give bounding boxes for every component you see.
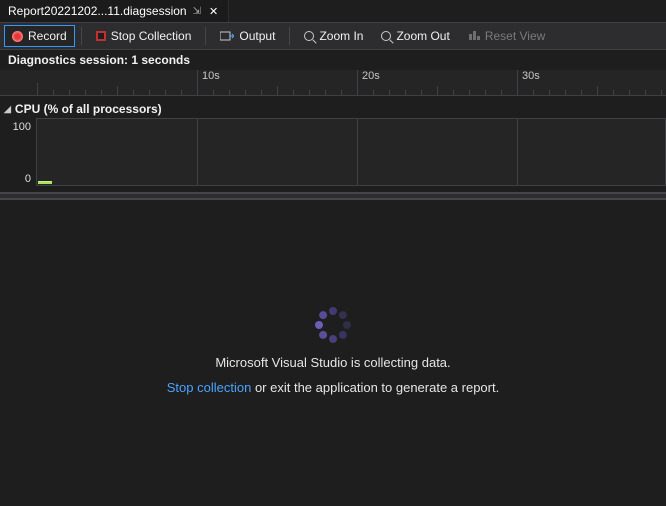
ruler-tick: [101, 90, 102, 95]
ruler-tick: [629, 90, 630, 95]
ruler-tick: [485, 90, 486, 95]
ruler-tick: [181, 90, 182, 95]
ruler-mark-label: 10s: [202, 70, 220, 82]
collecting-message: Microsoft Visual Studio is collecting da…: [215, 355, 450, 370]
record-icon: [12, 31, 23, 42]
record-label: Record: [28, 29, 67, 43]
toolbar-separator: [81, 27, 82, 45]
ruler-tick: [261, 90, 262, 95]
ruler-tick: [165, 90, 166, 95]
collecting-panel: Microsoft Visual Studio is collecting da…: [0, 200, 666, 500]
ruler-tick: [373, 90, 374, 95]
chart-gridline: [517, 119, 518, 185]
ruler-tick: [357, 83, 358, 95]
cpu-chart[interactable]: 100 0: [36, 118, 666, 186]
zoom-in-icon: [304, 31, 314, 41]
chart-gridline: [357, 119, 358, 185]
ruler-tick: [117, 86, 118, 95]
cpu-chart-header[interactable]: ◢ CPU (% of all processors): [0, 100, 666, 118]
ruler-mark-30s: 30s: [517, 70, 540, 96]
record-button[interactable]: Record: [4, 25, 75, 47]
ruler-tick: [501, 90, 502, 95]
spinner-icon: [313, 305, 353, 345]
ruler-tick: [549, 90, 550, 95]
toolbar: Record Stop Collection Output Zoom In Zo…: [0, 22, 666, 50]
output-label: Output: [239, 29, 275, 43]
stop-label: Stop Collection: [111, 29, 192, 43]
ruler-tick: [69, 90, 70, 95]
close-icon[interactable]: ✕: [207, 5, 220, 18]
reset-view-label: Reset View: [485, 29, 545, 43]
ruler-tick: [197, 83, 198, 95]
cpu-chart-section: ◢ CPU (% of all processors) 100 0: [0, 96, 666, 186]
ruler-tick: [229, 90, 230, 95]
ruler-tick: [341, 90, 342, 95]
reset-view-icon: [468, 29, 480, 44]
zoom-in-button[interactable]: Zoom In: [296, 25, 371, 47]
ruler-tick: [85, 90, 86, 95]
collecting-tail: or exit the application to generate a re…: [251, 380, 499, 395]
ruler-mark-20s: 20s: [357, 70, 380, 96]
ruler-tick: [581, 90, 582, 95]
ruler-tick: [453, 90, 454, 95]
ruler-tick: [245, 90, 246, 95]
y-axis-label-top: 100: [13, 121, 31, 133]
ruler-tick: [277, 86, 278, 95]
reset-view-button: Reset View: [460, 25, 553, 47]
ruler-tick: [53, 90, 54, 95]
zoom-out-label: Zoom Out: [396, 29, 449, 43]
ruler-tick: [613, 90, 614, 95]
toolbar-separator: [205, 27, 206, 45]
tab-title: Report20221202...11.diagsession: [8, 4, 187, 18]
zoom-in-label: Zoom In: [319, 29, 363, 43]
ruler-tick: [213, 90, 214, 95]
zoom-out-icon: [381, 31, 391, 41]
output-icon: [220, 30, 234, 42]
tab-strip: Report20221202...11.diagsession ⇲ ✕: [0, 0, 666, 22]
stop-icon: [96, 31, 106, 41]
ruler-mark-label: 20s: [362, 70, 380, 82]
pin-icon[interactable]: ⇲: [193, 6, 201, 17]
ruler-tick: [293, 90, 294, 95]
ruler-tick: [517, 83, 518, 95]
tab-diagsession[interactable]: Report20221202...11.diagsession ⇲ ✕: [0, 0, 229, 22]
output-button[interactable]: Output: [212, 25, 283, 47]
ruler-tick: [405, 90, 406, 95]
collecting-subline: Stop collection or exit the application …: [167, 380, 499, 395]
ruler-tick: [565, 90, 566, 95]
ruler-tick: [533, 90, 534, 95]
cpu-chart-title: CPU (% of all processors): [15, 102, 162, 116]
time-ruler[interactable]: 10s 20s 30s: [0, 70, 666, 96]
ruler-tick: [469, 90, 470, 95]
pane-divider[interactable]: [0, 192, 666, 200]
ruler-tick: [389, 90, 390, 95]
collapse-icon[interactable]: ◢: [4, 104, 11, 115]
zoom-out-button[interactable]: Zoom Out: [373, 25, 457, 47]
ruler-tick: [597, 86, 598, 95]
ruler-tick: [37, 83, 38, 95]
ruler-mark-10s: 10s: [197, 70, 220, 96]
stop-collection-button[interactable]: Stop Collection: [88, 25, 200, 47]
cpu-trace: [38, 181, 52, 184]
toolbar-separator: [289, 27, 290, 45]
y-axis-label-bot: 0: [25, 173, 31, 185]
ruler-tick: [661, 90, 662, 95]
ruler-tick: [645, 90, 646, 95]
ruler-tick: [133, 90, 134, 95]
ruler-tick: [149, 90, 150, 95]
ruler-tick: [437, 86, 438, 95]
ruler-mark-label: 30s: [522, 70, 540, 82]
stop-collection-link[interactable]: Stop collection: [167, 380, 252, 395]
chart-gridline: [197, 119, 198, 185]
ruler-tick: [421, 90, 422, 95]
ruler-tick: [309, 90, 310, 95]
ruler-tick: [325, 90, 326, 95]
session-duration-label: Diagnostics session: 1 seconds: [0, 50, 666, 70]
